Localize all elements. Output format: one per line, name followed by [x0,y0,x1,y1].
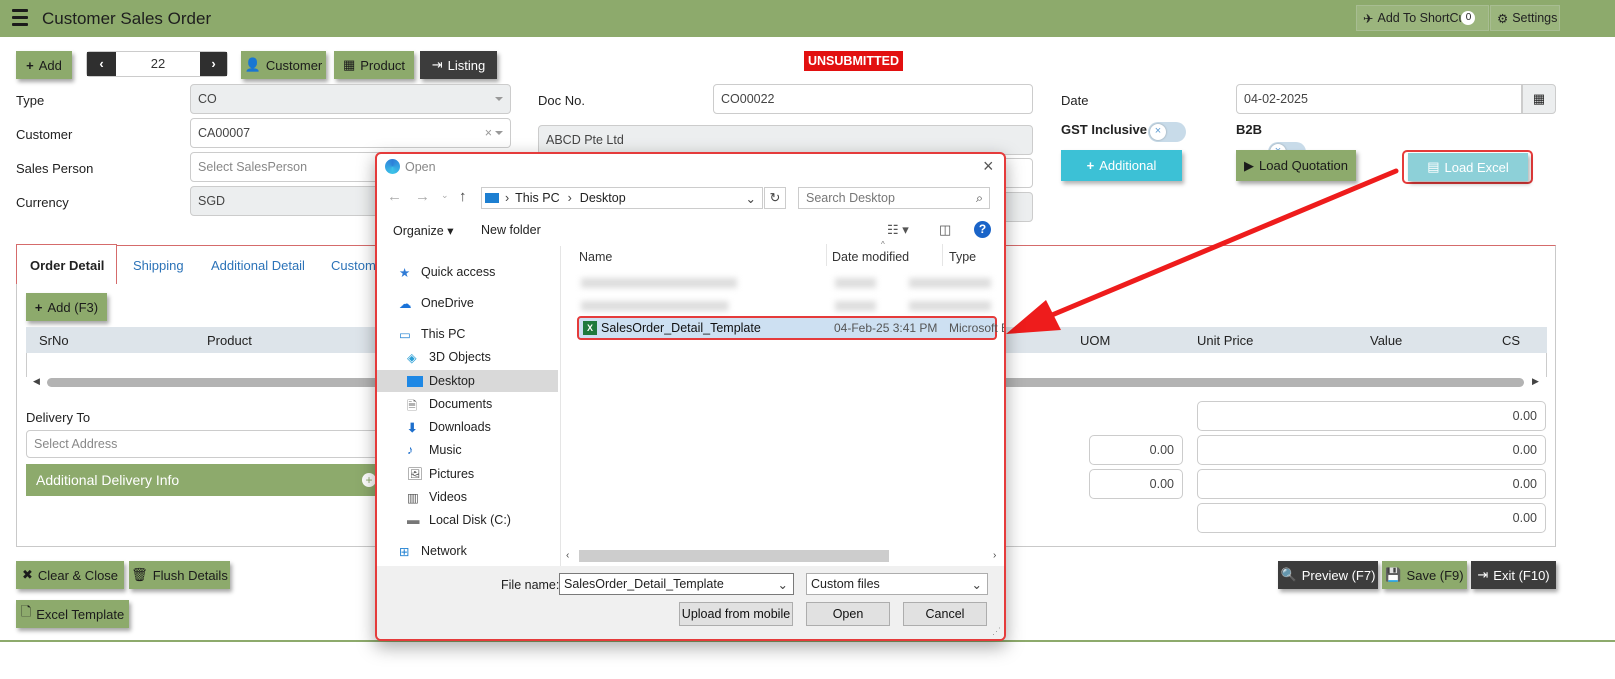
view-options-icon[interactable]: ☷ ▾ [887,222,909,238]
cancel-button[interactable]: Cancel [903,602,987,626]
nav-this-pc-label: This PC [421,327,466,341]
document-icon: 🗎 [407,399,418,413]
navigation-pane: ★ Quick access ☁ OneDrive ▭ This PC ◈ 3D Obj… [377,246,560,566]
filename-input[interactable]: SalesOrder_Detail_Template ⌄ [559,573,794,595]
nav-local-disk[interactable]: ▬ Local Disk (C:) [407,509,511,531]
search-icon: ⌕ [975,190,983,205]
nav-downloads[interactable]: ⬇ Downloads [407,416,491,438]
nav-videos[interactable]: ▥ Videos [407,486,467,508]
file-list-scrollbar[interactable] [579,550,889,562]
nav-desktop-label: Desktop [429,374,475,388]
arrow-back-icon[interactable]: ← [387,188,402,205]
chevron-down-icon[interactable]: ⌄ [778,577,788,592]
star-icon: ★ [399,266,411,280]
col-date-modified[interactable]: Date modified [832,250,909,264]
path-this-pc[interactable]: This PC [515,191,559,205]
picture-icon: 🖼 [407,467,423,481]
preview-pane-icon[interactable]: ◫ [939,222,951,238]
filetype-select[interactable]: Custom files ⌄ [806,573,988,595]
address-bar[interactable]: › This PC › Desktop ⌄ [481,187,763,209]
cloud-icon: ☁ [399,297,412,311]
filename-label: File name: [501,578,560,592]
file-row-selected[interactable]: X SalesOrder_Detail_Template 04-Feb-25 3… [577,316,1004,340]
nav-3d-objects[interactable]: ◈ 3D Objects [407,346,491,368]
nav-documents-label: Documents [429,397,493,411]
chevron-down-icon: ⌄ [971,577,982,592]
excel-file-icon: X [583,321,597,335]
nav-3d-objects-label: 3D Objects [429,350,491,364]
nav-local-disk-label: Local Disk (C:) [429,513,511,527]
open-file-dialog: Open × ← → ⌄ ↑ › This PC › Desktop ⌄ ↻ S… [375,152,1006,641]
file-type: Microsoft E [949,321,1006,335]
nav-quick-access[interactable]: ★ Quick access [399,261,495,283]
nav-onedrive-label: OneDrive [421,296,474,310]
nav-downloads-label: Downloads [429,420,491,434]
filetype-value: Custom files [811,577,880,591]
col-name[interactable]: Name [579,250,612,264]
arrow-up-icon[interactable]: ↑ [459,188,467,205]
file-name: SalesOrder_Detail_Template [601,321,761,335]
blurred-file-row [581,301,991,311]
desktop-icon [407,375,423,387]
organize-label: Organize [393,224,444,238]
scroll-right-icon[interactable]: › [993,550,996,561]
refresh-icon[interactable]: ↻ [764,187,786,209]
file-date: 04-Feb-25 3:41 PM [834,321,938,335]
nav-pictures[interactable]: 🖼 Pictures [407,463,474,485]
arrow-forward-icon[interactable]: → [415,188,430,205]
chevron-down-icon[interactable]: ⌄ [746,191,756,206]
dialog-toolbar: Organize ▾ New folder ☷ ▾ ◫ ? [377,216,1004,244]
chevron-down-icon[interactable]: ⌄ [441,190,449,201]
film-icon: ▥ [407,491,419,505]
chevron-right-icon: › [505,191,510,205]
nav-music-label: Music [429,443,462,457]
new-folder-button[interactable]: New folder [481,223,541,237]
help-icon[interactable]: ? [974,221,991,238]
cube-icon: ◈ [407,351,417,365]
search-input[interactable]: Search Desktop ⌕ [798,187,990,209]
blurred-file-row [581,278,991,288]
nav-music[interactable]: ♪ Music [407,439,462,461]
dialog-title: Open [405,160,436,174]
scroll-left-icon[interactable]: ‹ [566,550,569,561]
edge-browser-icon [385,159,400,174]
music-note-icon: ♪ [407,443,414,457]
computer-icon [485,193,499,203]
filename-value: SalesOrder_Detail_Template [564,577,724,591]
pane-divider [560,246,561,566]
dialog-titlebar: Open × [377,154,1004,180]
network-icon: ⊞ [399,545,410,559]
nav-desktop[interactable]: Desktop [377,370,558,392]
search-placeholder: Search Desktop [806,191,895,205]
nav-network[interactable]: ⊞ Network [399,540,467,562]
open-button[interactable]: Open [806,602,890,626]
nav-documents[interactable]: 🗎 Documents [407,393,492,415]
upload-from-mobile-button[interactable]: Upload from mobile [679,602,793,626]
path-desktop[interactable]: Desktop [580,191,746,205]
nav-network-label: Network [421,544,467,558]
organize-button[interactable]: Organize ▾ [393,223,453,238]
resize-grip-icon[interactable]: ⋰ [992,626,1001,637]
close-icon[interactable]: × [983,156,994,177]
computer-icon: ▭ [399,328,411,342]
nav-onedrive[interactable]: ☁ OneDrive [399,292,474,314]
col-divider [942,244,943,266]
chevron-right-icon: › [567,191,572,205]
drive-icon: ▬ [407,513,420,527]
col-type[interactable]: Type [949,250,976,264]
sort-up-icon: ^ [881,240,885,249]
nav-pictures-label: Pictures [429,467,475,481]
col-divider [826,244,827,266]
nav-this-pc[interactable]: ▭ This PC [399,323,465,345]
nav-quick-access-label: Quick access [421,265,496,279]
nav-videos-label: Videos [429,490,467,504]
download-arrow-icon: ⬇ [407,421,418,435]
